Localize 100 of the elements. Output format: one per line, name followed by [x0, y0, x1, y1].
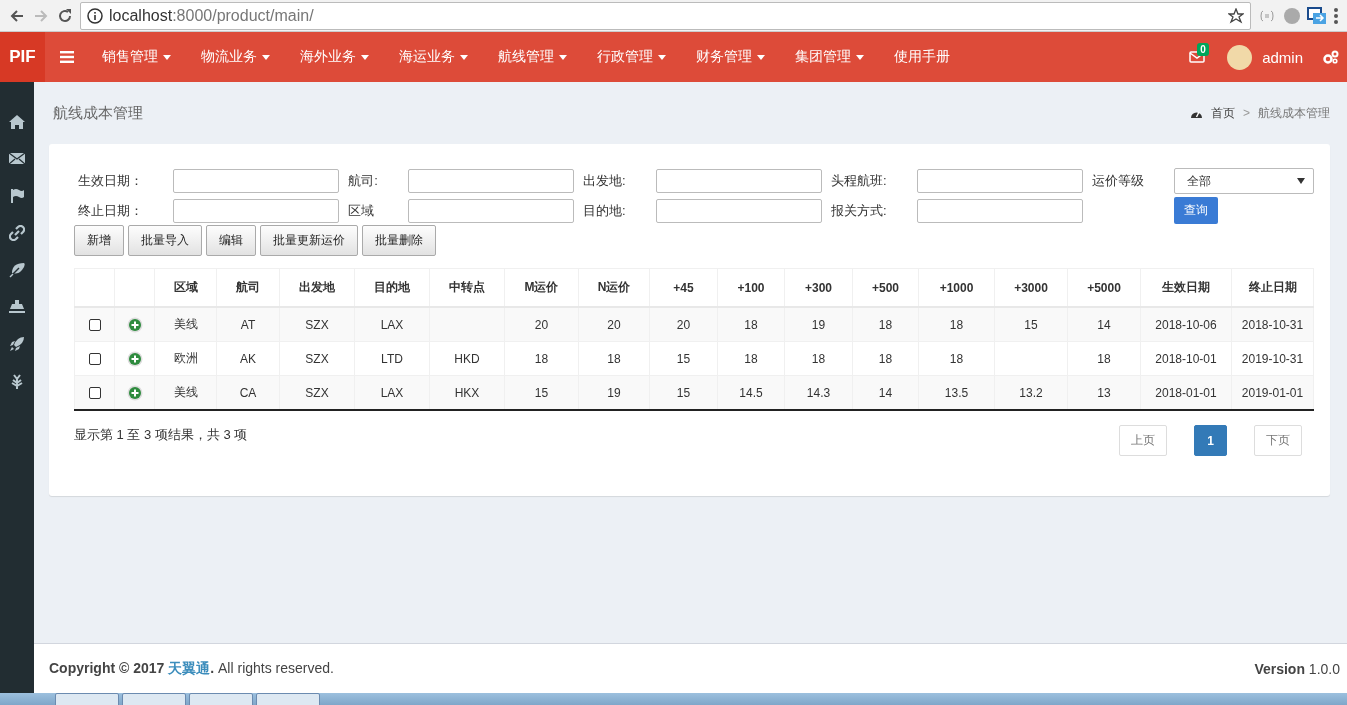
column-header: +45	[673, 280, 694, 295]
row-checkbox[interactable]	[88, 353, 101, 366]
input-field[interactable]	[655, 169, 822, 193]
sprout-icon[interactable]	[9, 373, 25, 389]
taskbar-button[interactable]	[55, 693, 119, 705]
table-cell: 18	[534, 351, 549, 366]
mail-icon[interactable]	[9, 151, 25, 167]
rocket-icon[interactable]	[9, 336, 25, 352]
leaf-icon[interactable]	[9, 262, 25, 278]
table-cell: AK	[240, 351, 256, 366]
table-cell: 2018-10-31	[1241, 317, 1304, 332]
taskbar-button[interactable]	[189, 693, 253, 705]
nav-menu-item[interactable]: 航线管理	[483, 32, 582, 82]
field-label: 航司:	[347, 172, 379, 190]
table-cell: 14	[878, 385, 893, 400]
window-icon[interactable]	[1307, 6, 1327, 25]
action-button[interactable]: 新增	[74, 225, 124, 256]
page-title: 航线成本管理	[52, 103, 143, 123]
table-cell: 14.3	[806, 385, 831, 400]
ship-icon[interactable]	[9, 299, 25, 315]
row-checkbox[interactable]	[88, 387, 101, 400]
menu-icon[interactable]	[60, 51, 74, 63]
address-bar[interactable]: localhost:8000/product/main/	[80, 1, 1251, 30]
table-cell: 13.5	[944, 385, 969, 400]
nav-menu-item[interactable]: 物流业务	[186, 32, 285, 82]
avatar[interactable]	[1227, 44, 1253, 70]
nav-menu-item[interactable]: 使用手册	[879, 32, 965, 82]
field-label: 终止日期：	[77, 201, 144, 220]
caret-icon	[1297, 178, 1305, 184]
info-icon	[87, 7, 103, 24]
settings-icon[interactable]	[1323, 50, 1339, 64]
input-field[interactable]	[916, 198, 1083, 223]
table-cell: SZX	[305, 317, 329, 332]
nav-menu-item[interactable]: 销售管理	[89, 32, 186, 82]
logo[interactable]: PIF	[0, 32, 45, 82]
page-button[interactable]: 1	[1194, 425, 1227, 456]
column-header: N运价	[597, 280, 631, 294]
column-header: 中转点	[449, 280, 485, 294]
table-cell: 15	[534, 385, 549, 400]
user-name[interactable]: admin	[1262, 48, 1303, 66]
table-cell: 18	[878, 351, 893, 366]
column-header: 目的地	[374, 280, 410, 294]
table-cell: 20	[607, 317, 621, 332]
action-button[interactable]: 编辑	[206, 225, 256, 256]
table-cell: 15	[1024, 317, 1038, 332]
search-button[interactable]: 查询	[1174, 197, 1218, 224]
table-cell: 19	[607, 385, 621, 400]
expand-plus-icon[interactable]	[126, 384, 143, 401]
table-cell: 2018-01-01	[1155, 385, 1217, 400]
select-field[interactable]: 全部	[1174, 168, 1314, 194]
table-cell: CA	[239, 385, 257, 400]
breadcrumb-separator: >	[1243, 106, 1250, 120]
breadcrumb-link[interactable]: 首页	[1211, 104, 1235, 122]
input-field[interactable]	[173, 198, 340, 223]
row-checkbox[interactable]	[88, 319, 101, 332]
action-button[interactable]: 批量导入	[128, 225, 202, 256]
nav-menu-item[interactable]: 海外业务	[285, 32, 384, 82]
nav-menu-item[interactable]: 海运业务	[384, 32, 483, 82]
action-button[interactable]: 批量删除	[362, 225, 436, 256]
expand-plus-icon[interactable]	[126, 350, 143, 367]
table-cell: 15	[676, 351, 691, 366]
company-link[interactable]: 天翼通	[168, 659, 211, 676]
expand-plus-icon[interactable]	[126, 316, 143, 333]
home-icon[interactable]	[9, 114, 25, 130]
column-header: 终止日期	[1248, 280, 1297, 294]
field-label: 区域	[347, 201, 376, 220]
table-cell: HKD	[454, 351, 480, 366]
table-cell: SZX	[305, 385, 329, 400]
column-header: 区域	[173, 280, 198, 294]
table-cell: 18	[744, 317, 758, 332]
nav-menu-item[interactable]: 集团管理	[780, 32, 879, 82]
table-cell: 2018-10-01	[1155, 351, 1217, 366]
nav-menu-item[interactable]: 行政管理	[582, 32, 681, 82]
field-label: 头程航班:	[829, 172, 888, 190]
input-field[interactable]	[173, 169, 340, 193]
input-field[interactable]	[408, 198, 575, 223]
next-page-button[interactable]: 下页	[1254, 425, 1302, 456]
star-icon[interactable]	[1228, 7, 1244, 24]
column-header: 航司	[236, 280, 260, 294]
previous-page-button[interactable]: 上页	[1119, 425, 1167, 456]
action-button[interactable]: 批量更新运价	[260, 225, 358, 256]
column-header: +3000	[1014, 280, 1048, 295]
reload-icon[interactable]	[56, 6, 74, 25]
flag-icon[interactable]	[9, 188, 25, 204]
table-cell: 13.2	[1019, 385, 1043, 400]
input-field[interactable]	[916, 169, 1083, 193]
input-field[interactable]	[408, 169, 575, 193]
field-label: 出发地:	[582, 172, 627, 190]
field-label: 生效日期：	[77, 172, 144, 190]
taskbar-button[interactable]	[256, 693, 320, 705]
link-icon[interactable]	[9, 225, 25, 241]
table-cell: 19	[811, 317, 826, 332]
more-icon[interactable]	[1333, 6, 1339, 25]
table-cell: LAX	[380, 317, 404, 332]
nav-menu-item[interactable]: 财务管理	[681, 32, 780, 82]
results-summary: 显示第 1 至 3 项结果，共 3 项	[74, 426, 248, 444]
input-field[interactable]	[655, 198, 822, 223]
taskbar-button[interactable]	[122, 693, 186, 705]
field-label: 运价等级	[1090, 172, 1145, 190]
table-cell: 14.5	[739, 385, 763, 400]
